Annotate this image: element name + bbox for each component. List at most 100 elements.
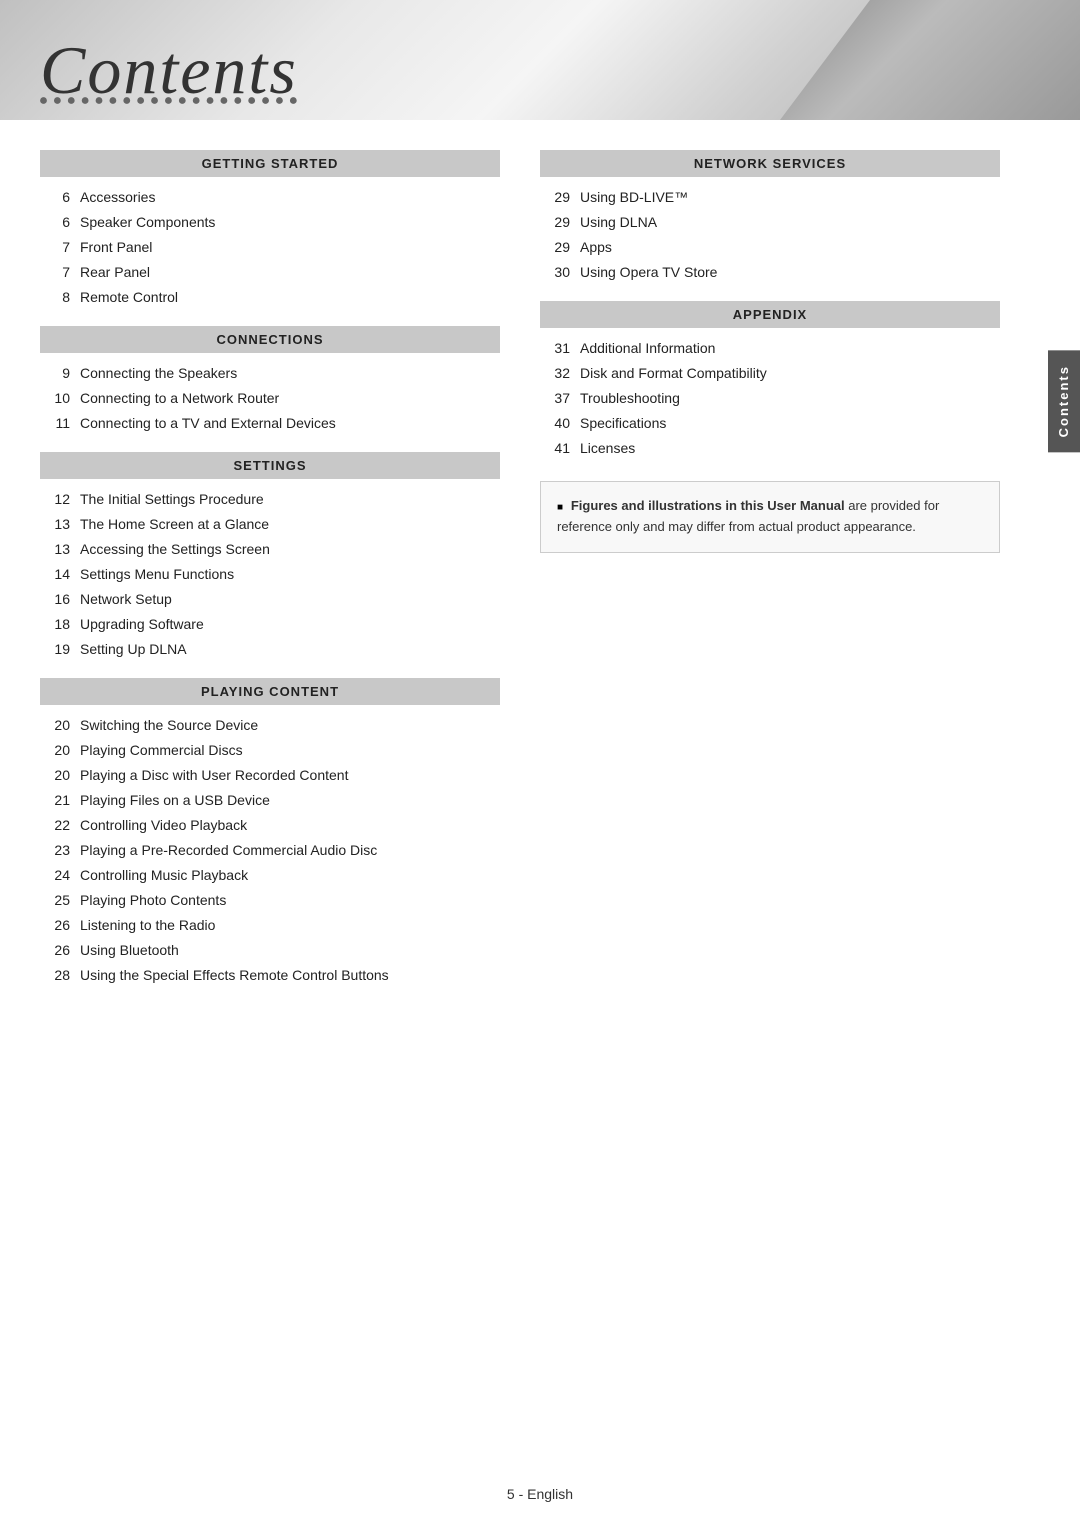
toc-number: 7 — [40, 262, 70, 283]
toc-number: 26 — [40, 940, 70, 961]
toc-text: Switching the Source Device — [80, 715, 500, 736]
toc-section-settings: 12The Initial Settings Procedure13The Ho… — [40, 487, 500, 662]
toc-text: Licenses — [580, 438, 1000, 459]
footer-text: 5 - English — [507, 1486, 573, 1502]
toc-entry: 6 Accessories — [40, 185, 500, 210]
toc-text: Accessories — [80, 187, 500, 208]
toc-entry: 12 The Initial Settings Procedure — [40, 487, 500, 512]
toc-entry: 18 Upgrading Software — [40, 612, 500, 637]
toc-entry: 20 Playing Commercial Discs — [40, 738, 500, 763]
toc-text: Playing Commercial Discs — [80, 740, 500, 761]
toc-text: Remote Control — [80, 287, 500, 308]
footer: 5 - English — [0, 1486, 1080, 1502]
main-content: GETTING STARTED 6 Accessories6Speaker Comp… — [0, 120, 1080, 1022]
toc-text: Front Panel — [80, 237, 500, 258]
toc-number: 7 — [40, 237, 70, 258]
toc-number: 8 — [40, 287, 70, 308]
toc-entry: 13Accessing the Settings Screen — [40, 537, 500, 562]
toc-entry: 20Playing a Disc with User Recorded Cont… — [40, 763, 500, 788]
toc-number: 23 — [40, 840, 70, 861]
toc-number: 16 — [40, 589, 70, 610]
left-column: GETTING STARTED 6 Accessories6Speaker Comp… — [40, 150, 500, 992]
toc-text: Specifications — [580, 413, 1000, 434]
toc-entry: 22 Controlling Video Playback — [40, 813, 500, 838]
toc-entry: 29 Using BD-LIVE™ — [540, 185, 1000, 210]
toc-number: 12 — [40, 489, 70, 510]
toc-number: 19 — [40, 639, 70, 660]
toc-text: Additional Information — [580, 338, 1000, 359]
toc-text: Connecting to a Network Router — [80, 388, 500, 409]
section-header-playing-content: PLAYING CONTENT — [40, 678, 500, 705]
toc-number: 11 — [40, 413, 70, 434]
toc-text: Connecting the Speakers — [80, 363, 500, 384]
toc-text: The Initial Settings Procedure — [80, 489, 500, 510]
toc-entry: 6Speaker Components — [40, 210, 500, 235]
note-box: ■ Figures and illustrations in this User… — [540, 481, 1000, 553]
toc-entry: 10 Connecting to a Network Router — [40, 386, 500, 411]
toc-text: Upgrading Software — [80, 614, 500, 635]
toc-number: 40 — [540, 413, 570, 434]
toc-number: 22 — [40, 815, 70, 836]
toc-number: 18 — [40, 614, 70, 635]
toc-number: 20 — [40, 765, 70, 786]
toc-section-network-services: 29Using BD-LIVE™29Using DLNA29Apps30Usin… — [540, 185, 1000, 285]
toc-text: Controlling Video Playback — [80, 815, 500, 836]
toc-number: 28 — [40, 965, 70, 986]
toc-number: 20 — [40, 740, 70, 761]
header: Contents — [0, 0, 1080, 120]
toc-text: Disk and Format Compatibility — [580, 363, 1000, 384]
toc-entry: 19 Setting Up DLNA — [40, 637, 500, 662]
toc-entry: 8 Remote Control — [40, 285, 500, 310]
toc-entry: 28 Using the Special Effects Remote Contr… — [40, 963, 500, 988]
section-header-getting-started: GETTING STARTED — [40, 150, 500, 177]
toc-number: 29 — [540, 187, 570, 208]
toc-entry: 26 Using Bluetooth — [40, 938, 500, 963]
toc-text: Playing Files on a USB Device — [80, 790, 500, 811]
toc-section-getting-started: 6Accessories6Speaker Components7Front Pa… — [40, 185, 500, 310]
toc-entry: 25 Playing Photo Contents — [40, 888, 500, 913]
toc-text: Setting Up DLNA — [80, 639, 500, 660]
toc-entry: 14Settings Menu Functions — [40, 562, 500, 587]
toc-text: Controlling Music Playback — [80, 865, 500, 886]
toc-number: 37 — [540, 388, 570, 409]
toc-number: 31 — [540, 338, 570, 359]
toc-text: Listening to the Radio — [80, 915, 500, 936]
toc-text: Using Bluetooth — [80, 940, 500, 961]
toc-entry: 31 Additional Information — [540, 336, 1000, 361]
toc-entry: 11 Connecting to a TV and External Device… — [40, 411, 500, 436]
toc-entry: 26Listening to the Radio — [40, 913, 500, 938]
toc-text: Apps — [580, 237, 1000, 258]
toc-text: Using the Special Effects Remote Control… — [80, 965, 500, 986]
toc-number: 6 — [40, 187, 70, 208]
toc-text: Connecting to a TV and External Devices — [80, 413, 500, 434]
toc-text: Playing a Pre-Recorded Commercial Audio … — [80, 840, 500, 861]
section-header-connections: CONNECTIONS — [40, 326, 500, 353]
toc-entry: 24 Controlling Music Playback — [40, 863, 500, 888]
toc-text: Rear Panel — [80, 262, 500, 283]
toc-number: 13 — [40, 539, 70, 560]
section-header-network-services: NETWORK SERVICES — [540, 150, 1000, 177]
toc-number: 41 — [540, 438, 570, 459]
toc-entry: 20Switching the Source Device — [40, 713, 500, 738]
toc-number: 32 — [540, 363, 570, 384]
toc-entry: 7 Front Panel — [40, 235, 500, 260]
toc-text: Troubleshooting — [580, 388, 1000, 409]
page-title: Contents — [40, 31, 298, 110]
note-text: ■ Figures and illustrations in this User… — [557, 496, 983, 538]
toc-text: Playing Photo Contents — [80, 890, 500, 911]
section-header-appendix: APPENDIX — [540, 301, 1000, 328]
section-header-settings: SETTINGS — [40, 452, 500, 479]
toc-number: 10 — [40, 388, 70, 409]
toc-section-connections: 9Connecting the Speakers10 Connecting to … — [40, 361, 500, 436]
toc-text: Settings Menu Functions — [80, 564, 500, 585]
toc-number: 24 — [40, 865, 70, 886]
toc-text: Using Opera TV Store — [580, 262, 1000, 283]
toc-entry: 7 Rear Panel — [40, 260, 500, 285]
toc-entry: 21Playing Files on a USB Device — [40, 788, 500, 813]
toc-entry: 30Using Opera TV Store — [540, 260, 1000, 285]
toc-entry: 9Connecting the Speakers — [40, 361, 500, 386]
right-column: NETWORK SERVICES 29 Using BD-LIVE™29 Using … — [540, 150, 1000, 992]
toc-text: Using BD-LIVE™ — [580, 187, 1000, 208]
toc-number: 25 — [40, 890, 70, 911]
toc-section-playing-content: 20Switching the Source Device20Playing C… — [40, 713, 500, 988]
